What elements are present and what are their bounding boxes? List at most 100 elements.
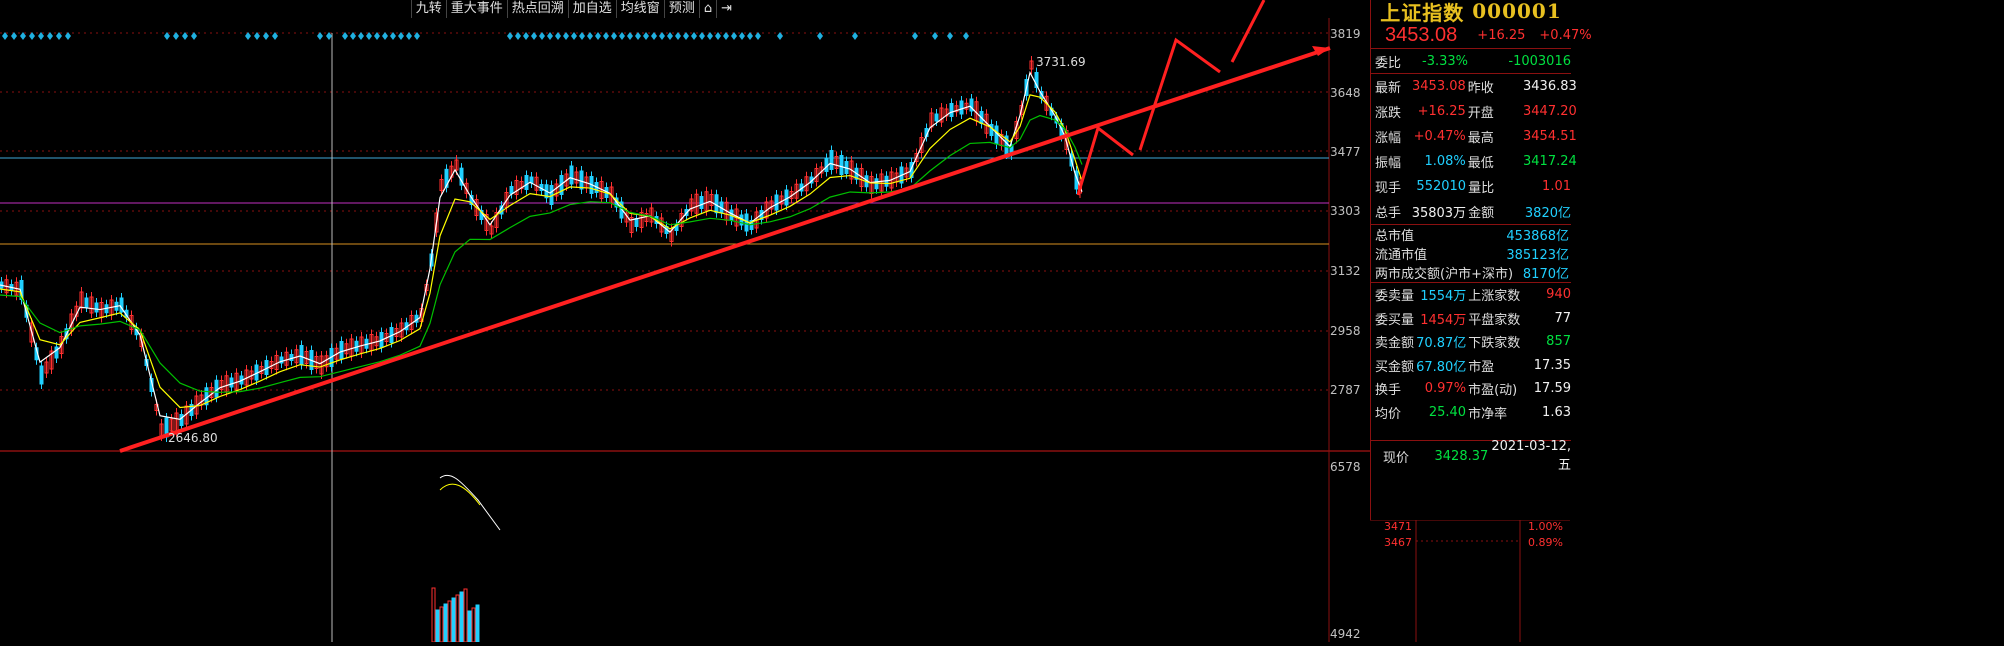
toolbar-button-major-events[interactable]: 重大事件: [445, 0, 507, 18]
price-axis-label: 2787: [1330, 383, 1361, 397]
stat-label: 现手: [1375, 181, 1402, 196]
stat-value: +0.47%: [1413, 129, 1466, 144]
candle-body: [774, 194, 779, 211]
mini-pct-label: 0.89%: [1528, 536, 1563, 549]
signal-diamond-icon: [539, 32, 545, 40]
kline-chart[interactable]: 九转 重大事件 热点回溯 加自选 均线窗 预测 ⌂ ⇥ 3819 3648 34…: [0, 0, 1370, 642]
index-name: 上证指数: [1380, 0, 1465, 25]
volume-ma-line: [439, 474, 501, 531]
stat-label: 涨幅: [1375, 131, 1402, 146]
stat-row: 涨幅 +0.47% 最高 3454.51: [1371, 124, 1577, 149]
stat-label: 委买量: [1375, 312, 1415, 328]
signal-diamond-icon: [683, 32, 689, 40]
volume-bar: [467, 610, 472, 642]
stat-label: 振幅: [1375, 156, 1402, 171]
stat-value: 3453.08: [1412, 79, 1466, 94]
weibi-row: 委比 -3.33% -1003016: [1371, 49, 1571, 73]
signal-diamond-icon: [635, 32, 641, 40]
market-cap-row: 总市值 453868亿: [1371, 225, 1571, 244]
volume-axis-label: 6578: [1330, 460, 1361, 474]
stat-value: 17.59: [1533, 381, 1571, 397]
stat-label: 委卖量: [1375, 289, 1415, 305]
candle-body: [524, 175, 529, 190]
signal-diamond-icon: [627, 32, 633, 40]
signal-diamond-icon: [675, 32, 681, 40]
signal-diamond-icon: [65, 32, 71, 40]
stat-label: 昨收: [1467, 81, 1494, 96]
candle-body: [94, 302, 99, 313]
low-annotation: 2646.80: [168, 431, 218, 445]
volume-bar: [459, 591, 464, 642]
stat-value: 3436.83: [1523, 79, 1577, 94]
price-axis-label: 3132: [1330, 264, 1361, 278]
ma5-line: [0, 70, 1083, 420]
candle-body: [339, 341, 344, 359]
candle-body: [229, 377, 234, 388]
stat-value: 17.35: [1533, 357, 1571, 373]
signal-diamond-icon: [707, 32, 713, 40]
stat-value: 1.08%: [1424, 154, 1466, 169]
stat-row: 买金额 67.80亿 市盈 17.35: [1371, 354, 1571, 378]
candle-body: [579, 170, 584, 190]
weibi-diff: -1003016: [1508, 53, 1571, 69]
order-stats: 委卖量 1554万 上涨家数 940 委买量 1454万 平盘家数 77 卖金额 70.87亿 下跌…: [1371, 283, 2004, 424]
signal-diamond-icon: [579, 32, 585, 40]
stat-label: 金额: [1468, 206, 1495, 221]
stat-value: 1554万: [1420, 289, 1467, 305]
signal-diamond-icon: [755, 32, 761, 40]
signal-diamond-icon: [358, 32, 364, 40]
volume-bar: [463, 588, 468, 642]
mini-price-label: 3471: [1384, 520, 1412, 533]
stat-value: 1454万: [1420, 312, 1467, 328]
price-axis-label: 3477: [1330, 145, 1361, 159]
signal-diamond-icon: [173, 32, 179, 40]
stat-label: 最低: [1467, 156, 1494, 171]
stat-value: 67.80亿: [1416, 359, 1467, 375]
stat-row: 委卖量 1554万 上涨家数 940: [1371, 283, 1571, 307]
candle-body: [839, 155, 844, 175]
signal-diamond-icon: [47, 32, 53, 40]
candle-body: [994, 125, 999, 145]
toolbar-button-forecast[interactable]: 预测: [663, 0, 699, 18]
stat-value: 857: [1546, 334, 1571, 350]
signal-diamond-icon: [531, 32, 537, 40]
stat-row: 总手 35803万 金额 3820亿: [1371, 199, 1571, 224]
toolbar-button-hotspot-review[interactable]: 热点回溯: [506, 0, 568, 18]
stat-value: 940: [1546, 287, 1571, 303]
candle-body: [949, 103, 954, 117]
current-value: 3428.37: [1434, 448, 1489, 464]
candle-body: [299, 345, 304, 365]
signal-diamond-icon: [587, 32, 593, 40]
market-cap-row: 流通市值 385123亿: [1371, 244, 1571, 263]
volume-bar: [439, 606, 444, 642]
exit-icon[interactable]: ⇥: [716, 0, 736, 18]
kline-chart-svg[interactable]: [0, 0, 1370, 642]
volume-bar: [435, 609, 440, 642]
forecast-arrow: [1138, 37, 1221, 151]
market-cap-label: 流通市值: [1375, 248, 1428, 263]
weibi-pct: -3.33%: [1422, 53, 1469, 69]
market-cap-value: 385123亿: [1506, 248, 1569, 263]
home-icon[interactable]: ⌂: [698, 0, 716, 18]
stat-label: 市盈(动): [1468, 383, 1518, 399]
volume-bar: [431, 587, 436, 642]
weibi-label: 委比: [1375, 55, 1402, 71]
stat-label: 换手: [1375, 383, 1402, 399]
signal-diamond-icon: [603, 32, 609, 40]
stat-value: 77: [1554, 310, 1571, 326]
volume-bar: [447, 600, 452, 642]
candle-body: [959, 100, 964, 115]
stat-value: 3447.20: [1523, 104, 1577, 119]
price-axis-label: 3648: [1330, 86, 1361, 100]
price-line: 3453.08 +16.25 +0.47%: [1371, 22, 1592, 48]
toolbar-button-jiuzhuan[interactable]: 九转: [410, 0, 446, 18]
current-date: 2021-03-12,五: [1491, 439, 1571, 473]
toolbar-button-ma-window[interactable]: 均线窗: [615, 0, 664, 18]
stat-value: 35803万: [1411, 206, 1467, 221]
high-annotation: 3731.69: [1036, 55, 1086, 69]
toolbar-button-add-favorite[interactable]: 加自选: [567, 0, 616, 18]
signal-diamond-icon: [191, 32, 197, 40]
signal-diamond-icon: [651, 32, 657, 40]
stat-value: 70.87亿: [1416, 336, 1467, 352]
signal-diamond-icon: [963, 32, 969, 40]
